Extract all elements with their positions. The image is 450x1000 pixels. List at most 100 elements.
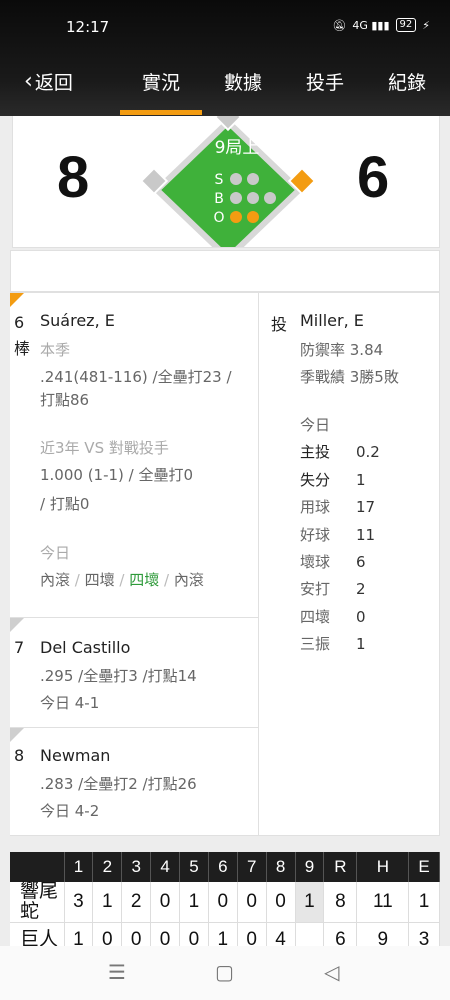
battery-icon: 92 xyxy=(395,18,417,32)
home-icon[interactable]: ▢ xyxy=(215,960,234,984)
batting-order: 6 xyxy=(14,313,25,332)
header-errors: E xyxy=(408,852,440,882)
stat-row-strikes: 好球 11 xyxy=(300,526,376,544)
strike-label: S xyxy=(215,172,224,188)
status-icons: 🔕︎ 4G ▮▮▮ 92 ⚡︎ xyxy=(332,18,430,32)
back-label: 返回 xyxy=(34,72,73,94)
home-score: 6 xyxy=(357,145,390,210)
header-inning: 2 xyxy=(92,852,123,882)
stat-row-walks: 四壞 0 xyxy=(300,608,366,626)
today-label: 今日 xyxy=(40,544,71,562)
batter-marker xyxy=(10,728,24,742)
tab-live[interactable]: 實況 xyxy=(142,68,180,95)
pitcher-name[interactable]: Miller, E xyxy=(300,311,364,330)
header-inning: 1 xyxy=(64,852,94,882)
header-inning: 8 xyxy=(266,852,296,882)
status-time: 12:17 xyxy=(66,18,110,36)
header-inning: 4 xyxy=(150,852,180,882)
chevron-left-icon: ‹ xyxy=(24,68,33,94)
header-hits: H xyxy=(356,852,410,882)
batting-order: 8 xyxy=(14,746,25,765)
batter-marker xyxy=(10,618,24,632)
header-inning: 6 xyxy=(208,852,238,882)
charging-icon: ⚡︎ xyxy=(422,18,430,32)
current-batter-marker xyxy=(10,293,24,307)
stat-row-innings: 主投 0.2 xyxy=(300,443,380,461)
tab-pitcher[interactable]: 投手 xyxy=(306,68,344,95)
header-inning: 9 xyxy=(295,852,325,882)
season-label: 本季 xyxy=(40,341,71,359)
ball-dot xyxy=(247,192,259,204)
header-inning: 3 xyxy=(121,852,152,882)
stat-row-pitches: 用球 17 xyxy=(300,498,376,516)
tab-stats[interactable]: 數據 xyxy=(224,68,262,95)
pitcher-label: 投 xyxy=(271,315,288,334)
info-bar xyxy=(10,250,440,292)
strike-dot xyxy=(247,173,259,185)
away-score: 8 xyxy=(57,145,90,210)
vs-pitcher-label: 近3年 VS 對戰投手 xyxy=(40,439,169,457)
season-line-2: 打點86 xyxy=(40,391,90,409)
game-live-screen: 12:17 🔕︎ 4G ▮▮▮ 92 ⚡︎ ‹ 返回 實況 數據 投手 紀錄 8… xyxy=(0,0,450,1000)
batter-name: Del Castillo xyxy=(40,638,131,657)
out-dot xyxy=(247,211,259,223)
runs-cell: 8 xyxy=(323,882,358,923)
inning-cell: 1 xyxy=(92,882,123,923)
batter-name: Newman xyxy=(40,746,111,765)
result-1: 內滾 xyxy=(40,571,71,589)
vs-line-1: 1.000 (1-1) / 全壘打0 xyxy=(40,466,194,484)
menu-icon[interactable]: ☰ xyxy=(108,960,126,984)
batter-stat-line: .283 /全壘打2 /打點26 xyxy=(40,775,197,793)
inning-cell: 0 xyxy=(237,882,267,923)
errors-cell: 1 xyxy=(408,882,440,923)
scoreboard: 8 6 9局上 S B O xyxy=(12,116,440,248)
back-triangle-icon[interactable]: ◁ xyxy=(324,960,339,984)
vs-line-2: / 打點0 xyxy=(40,495,90,513)
back-button[interactable]: ‹ 返回 xyxy=(24,68,73,95)
system-nav-bar: ☰ ▢ ◁ xyxy=(0,946,450,1000)
batter-stat-line: .295 /全壘打3 /打點14 xyxy=(40,667,197,685)
inning-cell: 0 xyxy=(150,882,180,923)
batting-order: 7 xyxy=(14,638,25,657)
base-diamond: 9局上 S B O xyxy=(139,116,317,247)
active-tab-indicator xyxy=(120,110,202,115)
tab-record[interactable]: 紀錄 xyxy=(388,68,426,95)
header-inning: 7 xyxy=(237,852,267,882)
out-dot xyxy=(230,211,242,223)
result-4: 內滾 xyxy=(173,571,204,589)
out-label: O xyxy=(213,210,224,226)
line-score-header: 1 2 3 4 5 6 7 8 9 R H E xyxy=(10,852,440,882)
inning-cell: 1 xyxy=(179,882,209,923)
top-header: 12:17 🔕︎ 4G ▮▮▮ 92 ⚡︎ ‹ 返回 實況 數據 投手 紀錄 xyxy=(0,0,450,116)
strike-dot xyxy=(230,173,242,185)
result-2: 四壞 xyxy=(84,571,115,589)
line-score-table: 1 2 3 4 5 6 7 8 9 R H E 響尾蛇 3 1 2 0 1 0 … xyxy=(10,852,440,957)
batting-order-suffix: 棒 xyxy=(14,339,31,358)
batter-name: Suárez, E xyxy=(40,311,115,330)
inning-cell: 0 xyxy=(266,882,296,923)
hits-cell: 11 xyxy=(356,882,410,923)
nav-bar: ‹ 返回 實況 數據 投手 紀錄 xyxy=(0,62,450,102)
ball-label: B xyxy=(214,191,224,207)
result-3-current: 四壞 xyxy=(129,571,160,589)
stat-row-strikeouts: 三振 1 xyxy=(300,635,366,653)
inning-cell: 2 xyxy=(121,882,152,923)
season-line-1: .241(481-116) /全壘打23 / xyxy=(40,368,232,386)
ball-dot xyxy=(230,192,242,204)
stat-row-runs: 失分 1 xyxy=(300,471,366,489)
pitcher-today-label: 今日 xyxy=(300,416,331,434)
team-name: 響尾蛇 xyxy=(10,882,65,923)
pitcher-era: 防禦率 3.84 xyxy=(300,341,384,359)
batter-today-line: 今日 4-1 xyxy=(40,694,100,712)
inning-cell: 0 xyxy=(208,882,238,923)
mute-icon: 🔕︎ xyxy=(332,18,347,32)
panel-divider xyxy=(258,292,259,836)
header-runs: R xyxy=(323,852,358,882)
stat-row-balls: 壞球 6 xyxy=(300,553,366,571)
header-team xyxy=(10,852,65,882)
inning-label: 9局上 xyxy=(215,138,260,158)
inning-cell: 3 xyxy=(64,882,94,923)
inning-cell-current: 1 xyxy=(295,882,325,923)
batter-today-line: 今日 4-2 xyxy=(40,802,100,820)
stat-row-hits: 安打 2 xyxy=(300,580,366,598)
